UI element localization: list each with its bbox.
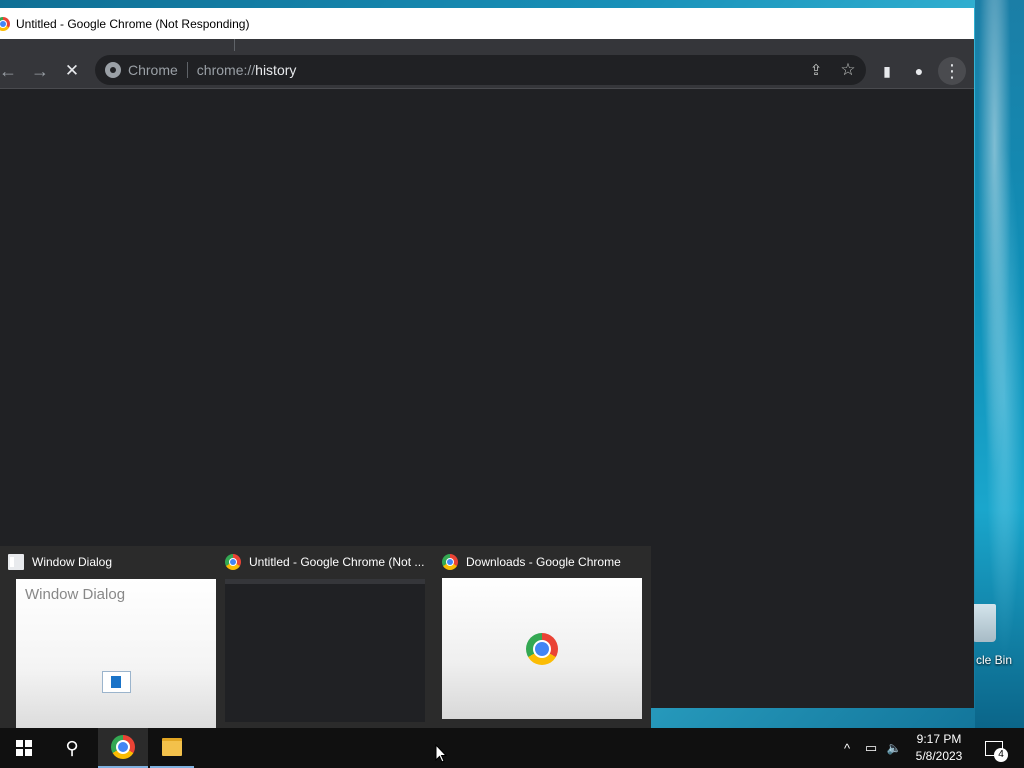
windows-logo-icon — [16, 740, 32, 756]
preview-image: Window Dialog — [16, 579, 216, 728]
window-dialog-icon — [8, 554, 24, 570]
close-icon: ✕ — [64, 61, 80, 80]
preview-image — [442, 578, 642, 719]
url-path: history — [255, 62, 297, 78]
recycle-bin-icon[interactable] — [972, 604, 996, 642]
preview-header: Window Dialog — [8, 554, 112, 570]
share-icon[interactable]: ⇪ — [803, 55, 829, 85]
back-arrow-icon: ← — [0, 60, 17, 81]
start-button[interactable] — [0, 728, 48, 768]
stop-loading-button[interactable]: ✕ — [58, 57, 86, 85]
chevron-up-icon: ^ — [843, 740, 851, 756]
browser-toolbar: ← → ✕ Chrome chrome://history ⇪ ☆ ▮ ● ⋮ — [0, 53, 974, 89]
side-panel-icon: ▮ — [883, 62, 891, 79]
bookmark-star-icon[interactable]: ☆ — [835, 55, 861, 85]
address-bar[interactable]: Chrome chrome://history ⇪ ☆ — [95, 55, 866, 85]
taskbar: ⚲ ^ ▭ 🔈 9:17 PM 5/8/2023 4 — [0, 728, 1024, 768]
clock[interactable]: 9:17 PM 5/8/2023 — [910, 731, 968, 765]
notification-icon: 4 — [985, 740, 1008, 762]
volume-button[interactable]: 🔈 — [884, 728, 904, 768]
chrome-logo-icon — [442, 554, 458, 570]
kebab-menu-icon: ⋮ — [943, 60, 961, 81]
network-button[interactable]: ▭ — [861, 728, 881, 768]
chrome-logo-icon — [0, 16, 10, 31]
chrome-page-icon — [105, 62, 121, 78]
omnibox-divider — [186, 62, 188, 78]
window-title: Untitled - Google Chrome (Not Responding… — [16, 16, 250, 31]
forward-arrow-icon: → — [31, 60, 49, 81]
network-icon: ▭ — [864, 740, 878, 755]
chrome-menu-button[interactable]: ⋮ — [938, 57, 966, 85]
recycle-bin-label[interactable]: cle Bin — [976, 653, 1012, 667]
preview-title: Window Dialog — [32, 555, 113, 569]
scheme-chip: Chrome — [128, 62, 178, 78]
action-center-button[interactable]: 4 — [982, 728, 1008, 768]
profile-button[interactable]: ● — [905, 57, 933, 85]
preview-image — [225, 579, 425, 722]
preview-header: Downloads - Google Chrome — [442, 554, 621, 570]
side-panel-button[interactable]: ▮ — [873, 57, 901, 85]
taskbar-preview-popup: Window Dialog Window Dialog Untitled - G… — [0, 546, 651, 728]
preview-title: Untitled - Google Chrome (Not ... — [249, 555, 425, 569]
chrome-logo-icon — [111, 735, 135, 759]
title-bar[interactable]: Untitled - Google Chrome (Not Responding… — [0, 8, 974, 39]
clock-time: 9:17 PM — [916, 732, 962, 746]
dialog-app-icon — [102, 671, 131, 693]
preview-chrome-untitled[interactable]: Untitled - Google Chrome (Not ... — [217, 546, 433, 728]
search-button[interactable]: ⚲ — [48, 728, 96, 768]
taskbar-file-explorer-button[interactable] — [150, 728, 194, 768]
preview-chrome-downloads[interactable]: Downloads - Google Chrome — [434, 546, 650, 728]
folder-icon — [162, 738, 182, 756]
taskbar-chrome-button[interactable] — [98, 728, 148, 768]
search-icon: ⚲ — [65, 737, 79, 758]
volume-icon: 🔈 — [886, 741, 902, 755]
chrome-logo-icon — [526, 633, 558, 665]
profile-icon: ● — [914, 63, 924, 79]
url-prefix: chrome:// — [196, 62, 256, 78]
back-button[interactable]: ← — [0, 57, 22, 85]
show-hidden-icons-button[interactable]: ^ — [838, 728, 856, 768]
tab-strip[interactable] — [0, 39, 974, 53]
dialog-preview-title: Window Dialog — [25, 586, 126, 603]
tab-separator — [234, 39, 235, 51]
notification-count-badge: 4 — [994, 747, 1008, 762]
url-text[interactable]: chrome://history — [197, 62, 297, 78]
preview-header: Untitled - Google Chrome (Not ... — [225, 554, 424, 570]
preview-title: Downloads - Google Chrome — [466, 555, 621, 569]
chrome-logo-icon — [225, 554, 241, 570]
clock-date: 5/8/2023 — [915, 749, 963, 763]
preview-window-dialog[interactable]: Window Dialog Window Dialog — [0, 546, 216, 728]
forward-button[interactable]: → — [26, 57, 54, 85]
